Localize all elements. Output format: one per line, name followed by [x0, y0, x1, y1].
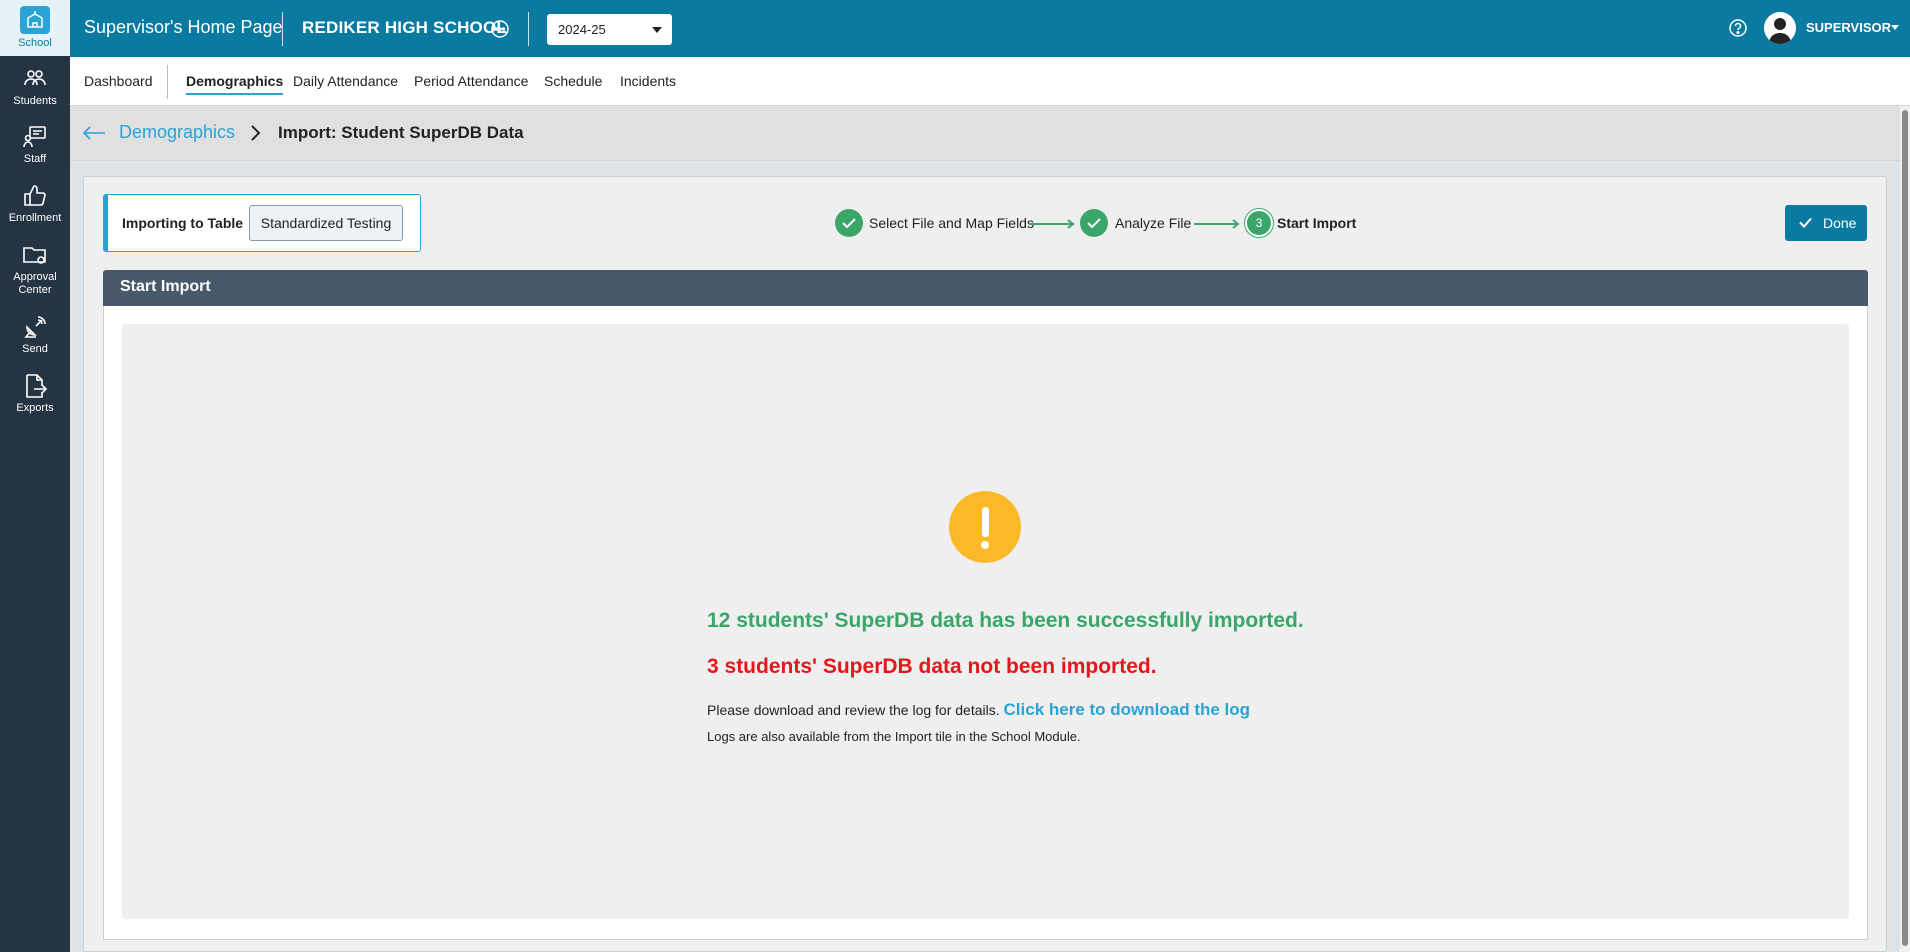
thumbs-up-icon	[24, 185, 46, 206]
rail-label: Exports	[16, 402, 54, 414]
divider	[167, 65, 168, 99]
scrollbar-thumb[interactable]	[1902, 110, 1908, 946]
divider	[528, 12, 529, 46]
school-icon	[20, 6, 50, 34]
step-arrow-icon	[1029, 219, 1075, 229]
students-icon	[24, 70, 46, 86]
rail-label: Staff	[23, 153, 47, 165]
user-menu-label[interactable]: SUPERVISOR	[1806, 20, 1891, 35]
top-bar: Supervisor's Home Page REDIKER HIGH SCHO…	[70, 0, 1910, 57]
log-detail-text: Please download and review the log for d…	[707, 700, 1250, 720]
home-page-title[interactable]: Supervisor's Home Page	[84, 17, 283, 38]
chevron-down-icon	[652, 27, 662, 33]
check-icon	[1799, 217, 1812, 228]
tab-schedule[interactable]: Schedule	[544, 73, 602, 89]
step-label-select-file: Select File and Map Fields	[869, 215, 1034, 231]
warning-icon	[949, 491, 1021, 563]
rail-item-school[interactable]: School	[0, 0, 70, 56]
rail-item-staff[interactable]: Staff	[0, 124, 70, 166]
staff-icon	[23, 126, 46, 148]
chevron-down-icon[interactable]	[1891, 25, 1899, 30]
divider	[282, 12, 283, 46]
step-complete-icon	[1080, 209, 1108, 237]
page-title: Import: Student SuperDB Data	[278, 123, 524, 142]
step-complete-icon	[835, 209, 863, 237]
step-number-badge: 3	[1245, 209, 1273, 237]
import-target-box: Importing to Table Standardized Testing	[103, 194, 421, 252]
rail-item-enrollment[interactable]: Enrollment	[0, 183, 70, 225]
success-message: 12 students' SuperDB data has been succe…	[707, 609, 1304, 632]
failure-message: 3 students' SuperDB data not been import…	[707, 655, 1157, 678]
rail-item-send[interactable]: Send	[0, 314, 70, 356]
tab-daily-attendance[interactable]: Daily Attendance	[293, 73, 398, 89]
tab-demographics[interactable]: Demographics	[186, 73, 284, 95]
export-file-icon	[26, 374, 48, 398]
left-nav-rail: School Students Staff Enrollment Approva…	[0, 0, 70, 952]
panel-body: 12 students' SuperDB data has been succe…	[103, 306, 1868, 940]
step-arrow-icon	[1194, 219, 1240, 229]
more-options-icon[interactable]	[490, 19, 510, 39]
rail-item-exports[interactable]: Exports	[0, 373, 70, 415]
log-detail-label: Please download and review the log for d…	[707, 702, 1000, 718]
import-target-table: Standardized Testing	[249, 205, 403, 241]
step-label-analyze-file: Analyze File	[1115, 215, 1192, 231]
log-availability-note: Logs are also available from the Import …	[707, 729, 1081, 744]
tab-period-attendance[interactable]: Period Attendance	[414, 73, 528, 89]
done-button-label: Done	[1823, 215, 1857, 231]
rail-label: Enrollment	[8, 212, 62, 224]
download-log-link[interactable]: Click here to download the log	[1004, 700, 1251, 719]
rail-label: Approval Center	[13, 271, 57, 296]
rail-item-students[interactable]: Students	[0, 66, 70, 108]
rail-label: School	[18, 37, 52, 49]
chevron-right-icon	[251, 125, 261, 141]
folder-gear-icon	[23, 247, 46, 264]
result-area: 12 students' SuperDB data has been succe…	[122, 324, 1849, 919]
tab-incidents[interactable]: Incidents	[620, 73, 676, 89]
school-year-select[interactable]: 2024-25	[547, 14, 672, 45]
panel-title: Start Import	[103, 270, 1868, 306]
back-arrow-icon[interactable]	[82, 125, 106, 141]
satellite-icon	[24, 316, 46, 338]
rail-label: Students	[13, 95, 57, 107]
step-label-start-import: Start Import	[1277, 215, 1357, 231]
school-year-value: 2024-25	[558, 22, 606, 37]
import-card: Importing to Table Standardized Testing …	[83, 176, 1887, 952]
import-target-label: Importing to Table	[122, 215, 244, 231]
rail-item-approval-center[interactable]: Approval Center	[0, 242, 70, 297]
breadcrumb-parent-link[interactable]: Demographics	[119, 122, 235, 143]
done-button[interactable]: Done	[1785, 205, 1867, 241]
user-avatar[interactable]	[1764, 12, 1796, 44]
module-tabs: Dashboard Demographics Daily Attendance …	[70, 57, 1910, 106]
help-icon[interactable]	[1728, 18, 1748, 38]
tab-dashboard[interactable]: Dashboard	[84, 73, 153, 89]
rail-label: Send	[22, 343, 48, 355]
page-scrollbar[interactable]	[1900, 106, 1910, 952]
breadcrumb: Demographics Import: Student SuperDB Dat…	[70, 106, 1900, 161]
school-name: REDIKER HIGH SCHOOL	[302, 18, 507, 37]
